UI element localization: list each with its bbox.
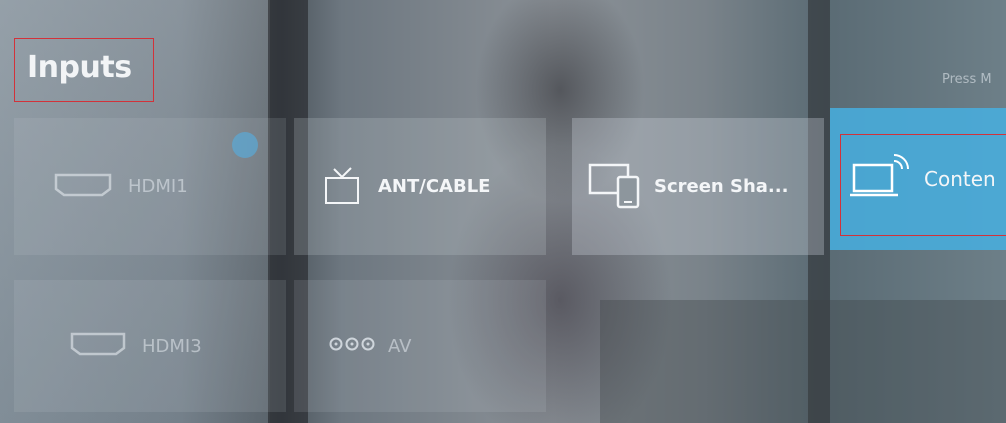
background-floor (600, 300, 1006, 423)
input-tile-screen-share[interactable]: Screen Sha... (572, 118, 824, 255)
indicator-dot (232, 132, 258, 158)
screen-share-icon (588, 161, 640, 213)
page-title: Inputs (27, 50, 132, 85)
input-label: HDMI1 (128, 176, 188, 197)
hdmi-icon (52, 171, 114, 203)
hint-text: Press M (942, 72, 992, 87)
input-label: AV (388, 335, 412, 357)
input-label: HDMI3 (142, 335, 202, 357)
hdmi-icon (68, 330, 128, 362)
av-icon (328, 336, 376, 356)
tv-icon (324, 165, 360, 209)
input-label: ANT/CABLE (378, 176, 491, 197)
input-label: Screen Sha... (654, 176, 789, 197)
input-tile-hdmi3[interactable]: HDMI3 (14, 280, 286, 412)
input-tile-av[interactable]: AV (294, 280, 546, 412)
focus-highlight-box (840, 134, 1006, 236)
input-tile-ant-cable[interactable]: ANT/CABLE (294, 118, 546, 255)
